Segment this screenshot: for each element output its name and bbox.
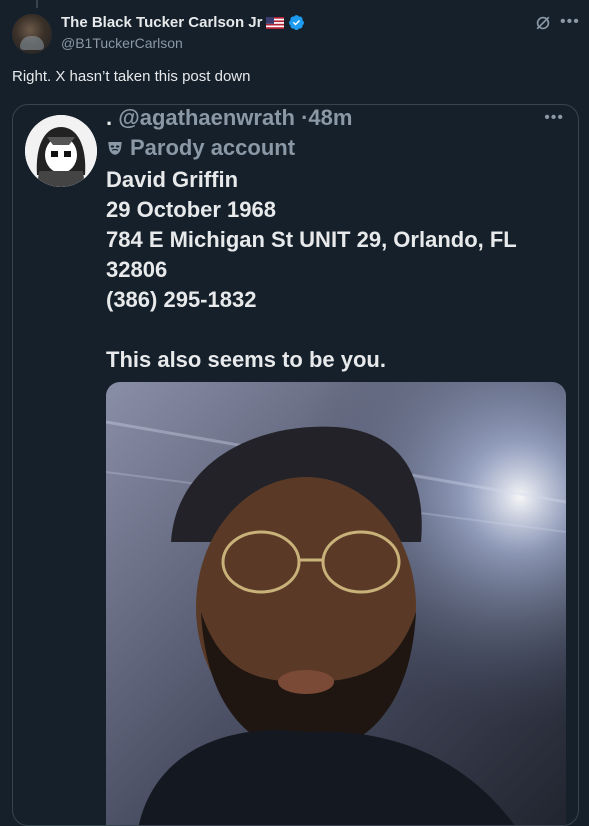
quoted-author-avatar[interactable] xyxy=(25,115,97,187)
us-flag-icon xyxy=(266,16,285,29)
quoted-line-4: (386) 295-1832 xyxy=(106,287,257,312)
quoted-header: . @agathaenwrath ·48m xyxy=(106,105,352,131)
author-display-name[interactable]: The Black Tucker Carlson Jr xyxy=(61,14,262,31)
quoted-handle[interactable]: @agathaenwrath xyxy=(118,105,295,130)
quoted-display-name[interactable]: . xyxy=(106,105,112,130)
author-handle[interactable]: @B1TuckerCarlson xyxy=(61,35,183,51)
quoted-more-icon[interactable]: ••• xyxy=(544,109,564,127)
more-icon[interactable]: ••• xyxy=(560,14,580,30)
quoted-spacer xyxy=(106,315,566,345)
post-text: Right. X hasn’t taken this post down xyxy=(12,68,251,85)
parody-label-text: Parody account xyxy=(130,135,296,160)
quoted-line-1: David Griffin xyxy=(106,167,239,192)
verified-badge-icon[interactable] xyxy=(288,14,305,31)
quoted-body: David Griffin 29 October 1968 784 E Mich… xyxy=(106,165,566,375)
thread-line xyxy=(36,0,38,8)
quoted-line-5: This also seems to be you. xyxy=(106,347,386,372)
parody-label: Parody account xyxy=(106,135,295,161)
quoted-media-photo[interactable] xyxy=(106,382,566,825)
author-avatar[interactable] xyxy=(12,14,52,54)
quoted-line-3: 784 E Michigan St UNIT 29, Orlando, FL 3… xyxy=(106,227,517,282)
quoted-post[interactable]: . @agathaenwrath ·48m ••• Parody account… xyxy=(12,104,579,826)
quoted-time[interactable]: 48m xyxy=(308,105,352,130)
author-name-row: The Black Tucker Carlson Jr xyxy=(61,14,305,31)
quoted-line-2: 29 October 1968 xyxy=(106,197,276,222)
grok-icon[interactable] xyxy=(533,13,553,33)
photo-selfie-icon xyxy=(106,382,566,825)
mask-icon xyxy=(108,142,122,155)
manga-avatar-icon xyxy=(25,115,97,187)
